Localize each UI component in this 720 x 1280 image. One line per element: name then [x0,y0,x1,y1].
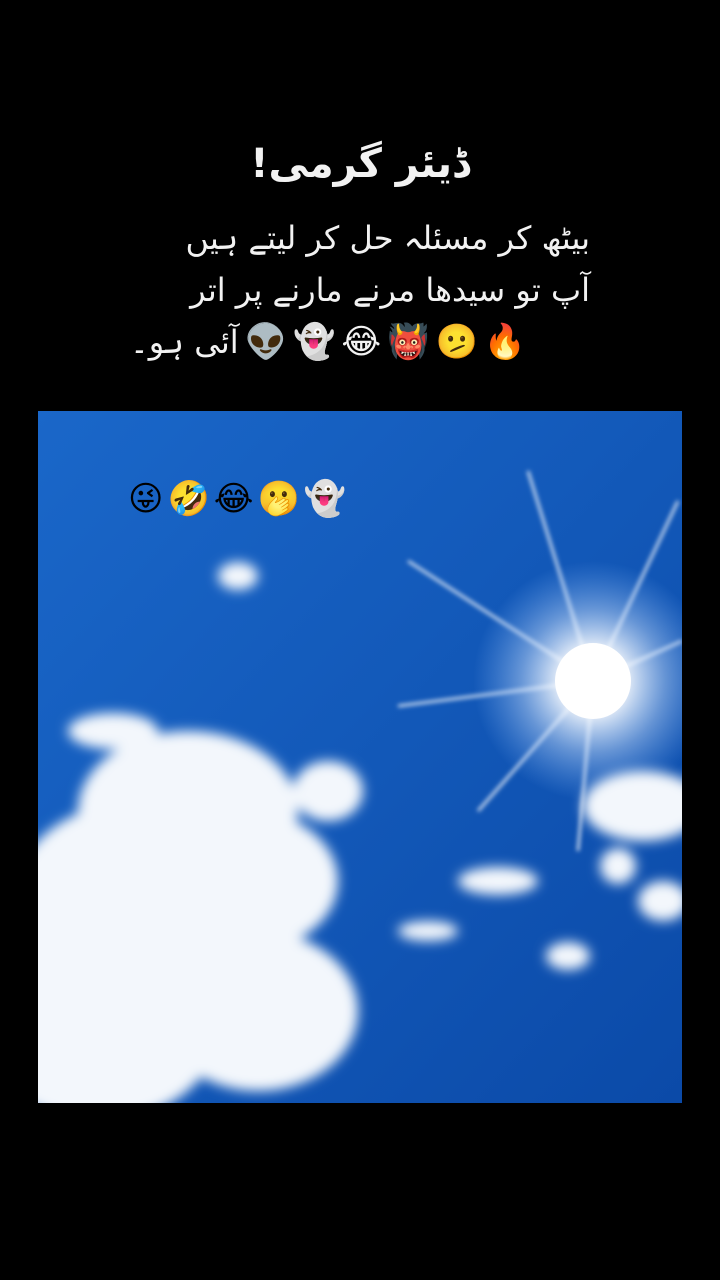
caption-line-3-text: آئی ہو۔ [130,323,239,361]
emoji-hand-over-mouth-icon: 🫢 [257,479,300,519]
caption-line-3: آئی ہو۔ 👽 👻 😂 👹 🫤 🔥 [130,316,590,368]
sky-photo: 😜 🤣 😂 🫢 👻 [38,411,682,1103]
caption-title: ڈیئر گرمی! [250,141,470,187]
emoji-ghost-icon: 👻 [293,322,336,362]
caption-line-1: بیٹھ کر مسئلہ حل کر لیتے ہیں [185,219,590,257]
caption-emoji-row: 👽 👻 😂 👹 🫤 🔥 [245,316,526,368]
emoji-laughing-icon: 😂 [341,322,382,362]
emoji-ogre-icon: 👹 [387,322,430,362]
photo-emoji-row: 😜 🤣 😂 🫢 👻 [128,479,346,519]
emoji-confused-icon: 🫤 [435,322,478,362]
emoji-wink-tongue-icon: 😜 [128,479,164,519]
emoji-ghost-icon: 👻 [303,479,347,519]
caption: ڈیئر گرمی! بیٹھ کر مسئلہ حل کر لیتے ہیں … [0,140,720,368]
emoji-fire-icon: 🔥 [483,322,527,362]
caption-body: بیٹھ کر مسئلہ حل کر لیتے ہیں آپ تو سیدھا… [130,212,590,368]
caption-line-2: آپ تو سیدھا مرنے مارنے پر اتر [190,271,590,309]
emoji-laughing-icon: 😂 [213,479,254,519]
emoji-alien-icon: 👽 [244,322,288,362]
emoji-rofl-icon: 🤣 [167,479,210,519]
